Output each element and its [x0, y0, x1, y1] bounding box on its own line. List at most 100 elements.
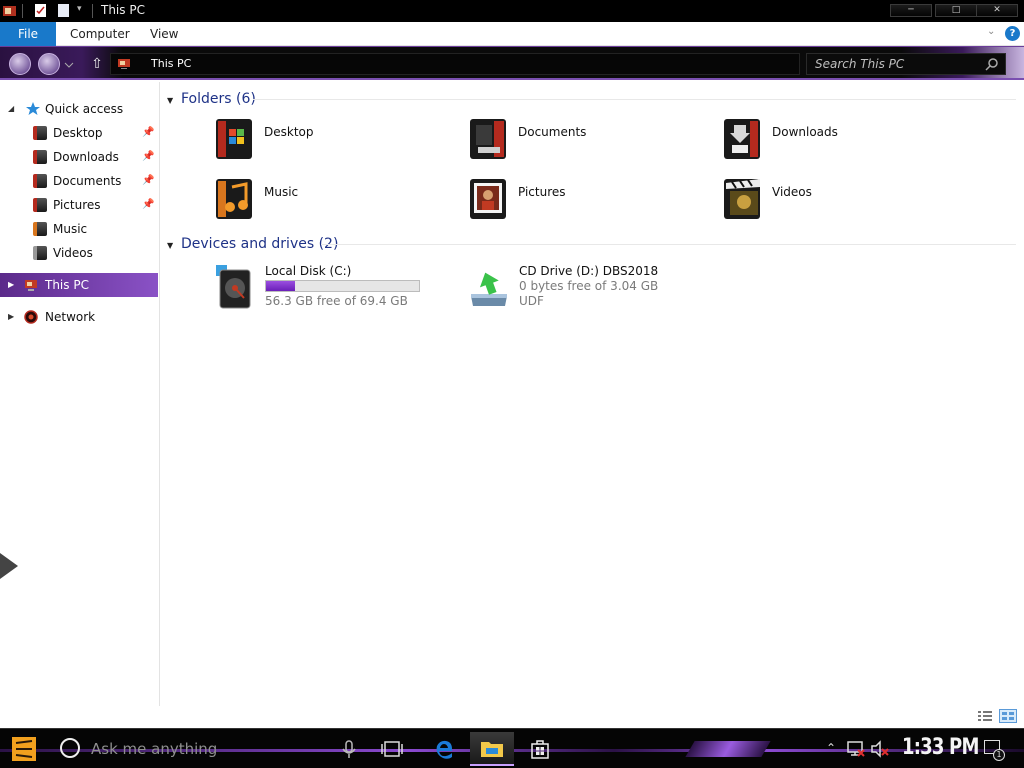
microphone-icon[interactable]	[337, 737, 361, 761]
window-title: This PC	[101, 3, 145, 17]
group-title: Devices and drives (2)	[181, 236, 339, 252]
show-hidden-icons-icon[interactable]: ⌃	[826, 741, 836, 755]
address-bar-strip: ⇧ This PC Search This PC	[0, 46, 1024, 80]
nav-label: Documents	[53, 174, 122, 188]
address-path: This PC	[151, 57, 192, 70]
sidebar-item-downloads[interactable]: Downloads 📌	[0, 146, 158, 168]
edge-browser-icon[interactable]	[432, 737, 456, 761]
sidebar-item-videos[interactable]: Videos	[0, 242, 158, 264]
folder-documents[interactable]: Documents	[468, 115, 708, 171]
this-pc-icon	[25, 280, 37, 291]
sidebar-item-pictures[interactable]: Pictures 📌	[0, 194, 158, 216]
music-folder-icon	[33, 222, 47, 236]
folder-videos[interactable]: Videos	[722, 175, 962, 231]
taskbar-explorer-button[interactable]	[470, 732, 514, 766]
recent-locations-icon[interactable]	[64, 61, 74, 69]
ribbon: File Computer View ⌄ ?	[0, 22, 1024, 46]
desktop-folder-icon	[33, 126, 47, 140]
tiles-view-icon[interactable]	[999, 709, 1017, 723]
sidebar-item-desktop[interactable]: Desktop 📌	[0, 122, 158, 144]
maximize-button[interactable]: □	[935, 4, 977, 17]
explorer-app-icon[interactable]	[2, 3, 17, 18]
properties-icon[interactable]	[33, 3, 48, 18]
folder-label: Pictures	[518, 185, 566, 199]
folder-label: Music	[264, 185, 299, 199]
group-title: Folders (6)	[181, 91, 256, 107]
folder-downloads[interactable]: Downloads	[722, 115, 962, 171]
expand-icon[interactable]: ▶	[8, 280, 14, 289]
folder-label: Documents	[518, 125, 587, 139]
forward-button[interactable]	[38, 53, 60, 75]
devices-group-header[interactable]: ▼ Devices and drives (2)	[167, 236, 467, 256]
pin-icon: 📌	[142, 127, 155, 138]
pictures-folder-icon	[33, 198, 47, 212]
folders-group-header[interactable]: ▼ Folders (6)	[167, 91, 357, 111]
pin-icon: 📌	[142, 175, 155, 186]
expand-ribbon-icon[interactable]: ⌄	[987, 26, 995, 37]
start-button-icon[interactable]	[10, 735, 38, 763]
taskbar-clock[interactable]: 1:33 PM	[902, 735, 979, 760]
content-pane: ▼ Folders (6) Desktop Documents Download…	[161, 82, 1024, 706]
title-bar: ▾ This PC ─ □ ✕	[0, 0, 1024, 22]
network-icon	[24, 310, 38, 324]
folder-music[interactable]: Music	[214, 175, 454, 231]
drive-free-space: 0 bytes free of 3.04 GB	[519, 279, 659, 293]
tab-file[interactable]: File	[0, 22, 56, 46]
folder-label: Desktop	[264, 125, 314, 139]
minimize-button[interactable]: ─	[890, 4, 932, 17]
folder-desktop[interactable]: Desktop	[214, 115, 454, 171]
videos-folder-icon	[724, 179, 760, 219]
task-view-icon[interactable]	[380, 737, 404, 761]
qat-dropdown-icon[interactable]: ▾	[77, 4, 82, 14]
collapse-icon[interactable]: ◢	[8, 104, 14, 113]
folder-pictures[interactable]: Pictures	[468, 175, 708, 231]
music-folder-icon	[216, 179, 252, 219]
search-input[interactable]: Search This PC	[806, 53, 1006, 75]
details-view-icon[interactable]	[977, 709, 993, 723]
pin-icon: 📌	[142, 199, 155, 210]
address-field[interactable]: This PC	[110, 53, 800, 75]
collapse-icon[interactable]: ▼	[167, 241, 173, 250]
tab-view[interactable]: View	[150, 22, 178, 46]
hard-drive-icon	[216, 265, 251, 309]
star-icon	[26, 102, 40, 115]
nav-label: Quick access	[45, 102, 124, 116]
pin-icon: 📌	[142, 151, 155, 162]
nav-label: Pictures	[53, 198, 101, 212]
sidebar-item-network[interactable]: ▶ Network	[0, 306, 158, 328]
drive-cd-d[interactable]: CD Drive (D:) DBS2018 0 bytes free of 3.…	[469, 264, 689, 320]
taskbar-decoration	[685, 741, 771, 757]
group-divider	[253, 99, 1016, 100]
tab-computer[interactable]: Computer	[70, 22, 130, 46]
volume-muted-icon[interactable]	[870, 739, 890, 759]
sidebar-item-music[interactable]: Music	[0, 218, 158, 240]
up-arrow-icon[interactable]: ⇧	[89, 55, 105, 73]
nav-quick-access[interactable]: ◢ Quick access	[0, 98, 158, 120]
new-folder-icon[interactable]	[56, 3, 71, 18]
documents-folder-icon	[33, 174, 47, 188]
this-pc-icon	[118, 59, 130, 69]
cursor-edge-arrow	[0, 553, 18, 579]
cortana-icon[interactable]	[60, 738, 80, 758]
downloads-folder-icon	[724, 119, 760, 159]
close-button[interactable]: ✕	[976, 4, 1018, 17]
nav-label: Downloads	[53, 150, 119, 164]
qat-separator	[22, 4, 23, 18]
network-status-icon[interactable]	[846, 739, 866, 759]
desktop-folder-icon	[216, 119, 252, 159]
store-icon[interactable]	[528, 737, 552, 761]
cd-drive-icon	[471, 272, 507, 306]
nav-label: This PC	[45, 278, 89, 292]
navigation-pane: ◢ Quick access Desktop 📌 Downloads 📌 Doc…	[0, 82, 160, 706]
drive-free-space: 56.3 GB free of 69.4 GB	[265, 294, 408, 308]
expand-icon[interactable]: ▶	[8, 312, 14, 321]
collapse-icon[interactable]: ▼	[167, 96, 173, 105]
back-button[interactable]	[9, 53, 31, 75]
nav-label: Desktop	[53, 126, 103, 140]
help-icon[interactable]: ?	[1005, 26, 1020, 41]
nav-label: Videos	[53, 246, 93, 260]
sidebar-item-documents[interactable]: Documents 📌	[0, 170, 158, 192]
taskbar-search-input[interactable]: Ask me anything	[91, 740, 217, 758]
sidebar-item-this-pc[interactable]: ▶ This PC	[0, 273, 158, 297]
drive-local-disk-c[interactable]: Local Disk (C:) 56.3 GB free of 69.4 GB	[215, 264, 435, 320]
